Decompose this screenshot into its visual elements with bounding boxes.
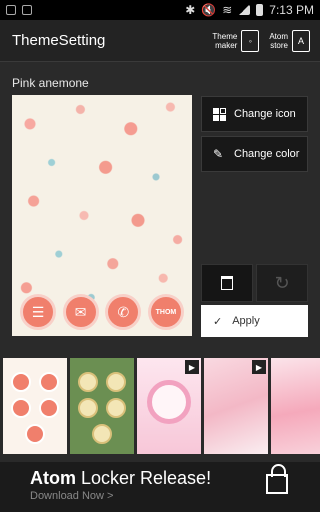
theme-maker-label-line2: maker xyxy=(215,40,238,50)
flower-wreath-image xyxy=(147,380,191,424)
atom-store-button[interactable]: Atom store A xyxy=(269,29,310,52)
message-app-icon xyxy=(106,372,126,392)
atom-store-label-line1: Atom xyxy=(269,31,288,41)
page-title: ThemeSetting xyxy=(12,32,106,49)
phone-app-icon: ✆ xyxy=(105,294,142,330)
check-icon: ✓ xyxy=(213,315,223,328)
bluetooth-icon: ✱ xyxy=(185,3,196,17)
change-icon-button[interactable]: Change icon xyxy=(201,96,308,132)
lock-icon xyxy=(266,464,288,494)
notebook-icon: ◦ xyxy=(241,29,260,52)
android-icon xyxy=(6,5,16,15)
pencil-icon: ✎ xyxy=(213,146,224,161)
phone-app-icon xyxy=(39,398,59,418)
theme-thumbnail[interactable] xyxy=(3,358,67,454)
trash-icon xyxy=(221,276,233,290)
ad-subtitle: Download Now > xyxy=(30,490,114,502)
message-app-icon: ✉ xyxy=(62,294,99,330)
gear-app-icon xyxy=(78,372,98,392)
camera-app-icon xyxy=(92,424,112,444)
theme-thumbnail-list: ▶ ▶ xyxy=(0,358,320,454)
message-app-icon xyxy=(11,398,31,418)
menu-app-icon xyxy=(11,372,31,392)
phone-app-icon xyxy=(78,398,98,418)
change-color-button[interactable]: ✎ Change color xyxy=(201,136,308,172)
theme-thumbnail[interactable]: ▶ xyxy=(137,358,201,454)
people-app-icon xyxy=(106,398,126,418)
image-icon xyxy=(22,5,32,15)
undo-icon: ↻ xyxy=(274,272,290,293)
theme-maker-label-line1: Theme xyxy=(212,31,238,41)
theme-thumbnail[interactable] xyxy=(70,358,134,454)
mute-icon: 🔇 xyxy=(201,3,217,17)
theme-name: Pink anemone xyxy=(12,76,89,90)
theme-preview: ☰ ✉ ✆ THOM xyxy=(12,95,192,336)
change-color-label: Change color xyxy=(234,148,300,160)
play-icon: ▶ xyxy=(185,360,199,374)
ad-title: Atom Locker Release! xyxy=(30,468,212,488)
status-time: 7:13 PM xyxy=(269,3,314,17)
atom-store-label-line2: store xyxy=(270,40,288,50)
battery-icon xyxy=(256,4,264,16)
menu-app-icon: ☰ xyxy=(20,294,56,330)
undo-button[interactable]: ↻ xyxy=(256,264,308,302)
camera-app-icon xyxy=(25,424,45,444)
theme-thumbnail[interactable]: ▶ xyxy=(204,358,268,454)
theme-thumbnail[interactable] xyxy=(271,358,320,454)
wifi-icon: ≋ xyxy=(222,3,233,17)
store-icon: A xyxy=(292,29,310,52)
ad-banner[interactable]: Atom Locker Release! Download Now > xyxy=(0,462,320,512)
status-bar: ✱ 🔇 ≋ 7:13 PM xyxy=(0,0,320,20)
delete-button[interactable] xyxy=(201,264,253,302)
apply-label: Apply xyxy=(232,315,260,327)
theme-maker-button[interactable]: Theme maker ◦ xyxy=(212,29,260,52)
change-icon-label: Change icon xyxy=(234,108,296,120)
grid-icon xyxy=(213,107,226,121)
play-icon: ▶ xyxy=(252,360,266,374)
preview-dock: ☰ ✉ ✆ THOM xyxy=(20,294,184,330)
clock-app-icon xyxy=(39,372,59,392)
apply-button[interactable]: ✓ Apply xyxy=(201,305,308,337)
theme-app-icon: THOM xyxy=(147,294,184,330)
app-header: ThemeSetting Theme maker ◦ Atom store A xyxy=(0,20,320,62)
signal-icon xyxy=(238,5,251,15)
